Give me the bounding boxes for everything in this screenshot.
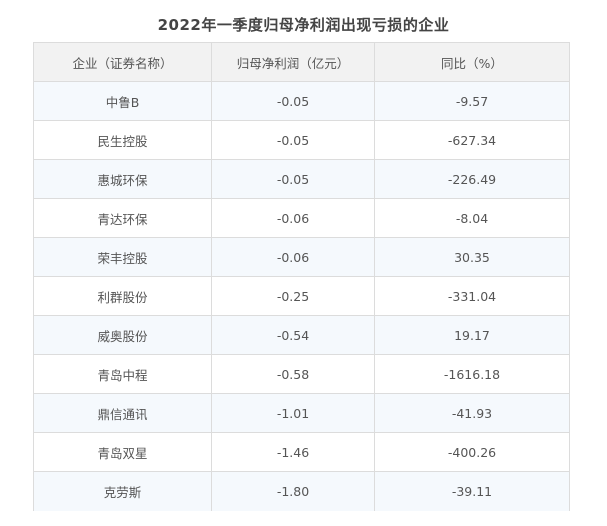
table-row: 青达环保 -0.06 -8.04 xyxy=(33,198,570,238)
table-row: 威奥股份 -0.54 19.17 xyxy=(33,315,570,355)
table-header: 企业（证券名称） 归母净利润（亿元） 同比（%） xyxy=(33,42,570,82)
company-cell: 青岛中程 xyxy=(33,354,212,394)
net-profit-cell: -0.25 xyxy=(211,276,375,316)
table-row: 青岛双星 -1.46 -400.26 xyxy=(33,432,570,472)
table-row: 荣丰控股 -0.06 30.35 xyxy=(33,237,570,277)
net-profit-cell: -0.05 xyxy=(211,120,375,160)
company-cell: 鼎信通讯 xyxy=(33,393,212,433)
loss-companies-table: 企业（证券名称） 归母净利润（亿元） 同比（%） 中鲁B -0.05 -9.57… xyxy=(33,42,570,511)
company-cell: 荣丰控股 xyxy=(33,237,212,277)
yoy-cell: 30.35 xyxy=(374,237,570,277)
yoy-cell: 19.17 xyxy=(374,315,570,355)
net-profit-cell: -0.58 xyxy=(211,354,375,394)
net-profit-cell: -1.80 xyxy=(211,471,375,511)
company-cell: 民生控股 xyxy=(33,120,212,160)
column-header-net-profit: 归母净利润（亿元） xyxy=(211,42,375,82)
table-row: 民生控股 -0.05 -627.34 xyxy=(33,120,570,160)
company-cell: 青达环保 xyxy=(33,198,212,238)
table-row: 利群股份 -0.25 -331.04 xyxy=(33,276,570,316)
yoy-cell: -8.04 xyxy=(374,198,570,238)
net-profit-cell: -0.05 xyxy=(211,159,375,199)
company-cell: 青岛双星 xyxy=(33,432,212,472)
company-cell: 克劳斯 xyxy=(33,471,212,511)
yoy-cell: -39.11 xyxy=(374,471,570,511)
yoy-cell: -9.57 xyxy=(374,81,570,121)
yoy-cell: -41.93 xyxy=(374,393,570,433)
table-body: 中鲁B -0.05 -9.57 民生控股 -0.05 -627.34 惠城环保 … xyxy=(33,81,570,511)
net-profit-cell: -0.06 xyxy=(211,198,375,238)
table-row: 克劳斯 -1.80 -39.11 xyxy=(33,471,570,511)
header-row: 企业（证券名称） 归母净利润（亿元） 同比（%） xyxy=(33,42,570,82)
yoy-cell: -1616.18 xyxy=(374,354,570,394)
table-title: 2022年一季度归母净利润出现亏损的企业 xyxy=(157,16,450,34)
table-row: 鼎信通讯 -1.01 -41.93 xyxy=(33,393,570,433)
column-header-company: 企业（证券名称） xyxy=(33,42,212,82)
table-row: 中鲁B -0.05 -9.57 xyxy=(33,81,570,121)
yoy-cell: -226.49 xyxy=(374,159,570,199)
net-profit-cell: -1.01 xyxy=(211,393,375,433)
company-cell: 威奥股份 xyxy=(33,315,212,355)
yoy-cell: -400.26 xyxy=(374,432,570,472)
net-profit-cell: -0.54 xyxy=(211,315,375,355)
company-cell: 利群股份 xyxy=(33,276,212,316)
column-header-yoy: 同比（%） xyxy=(374,42,570,82)
net-profit-cell: -0.06 xyxy=(211,237,375,277)
yoy-cell: -627.34 xyxy=(374,120,570,160)
net-profit-cell: -0.05 xyxy=(211,81,375,121)
table-row: 青岛中程 -0.58 -1616.18 xyxy=(33,354,570,394)
company-cell: 惠城环保 xyxy=(33,159,212,199)
company-cell: 中鲁B xyxy=(33,81,212,121)
yoy-cell: -331.04 xyxy=(374,276,570,316)
table-row: 惠城环保 -0.05 -226.49 xyxy=(33,159,570,199)
net-profit-cell: -1.46 xyxy=(211,432,375,472)
